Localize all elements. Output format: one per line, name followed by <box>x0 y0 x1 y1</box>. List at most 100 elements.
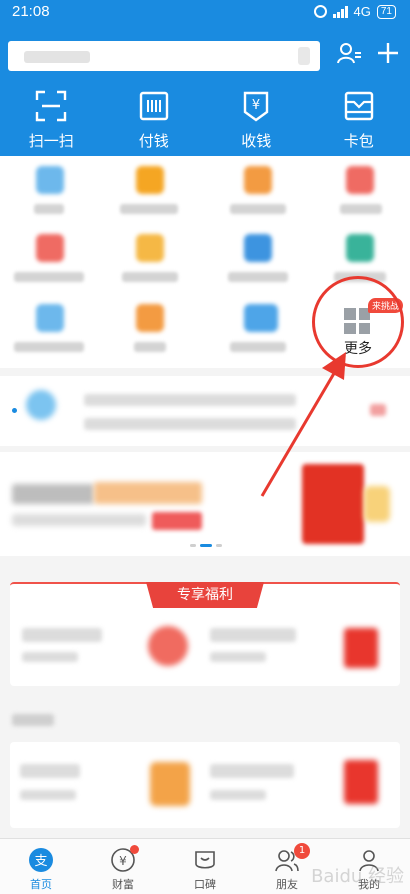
signal-icon <box>332 5 348 18</box>
carousel-indicator <box>190 544 222 547</box>
scan-icon <box>36 90 67 122</box>
quick-action-card-wallet[interactable]: 卡包 <box>308 86 410 156</box>
app-icon-blurred <box>346 234 374 262</box>
friends-badge: 1 <box>294 843 310 859</box>
benefit-text-blurred <box>22 652 78 662</box>
koubei-icon <box>195 851 215 869</box>
tab-label: 朋友 <box>276 878 298 891</box>
app-item[interactable] <box>0 296 100 362</box>
quick-action-label: 扫一扫 <box>28 132 74 150</box>
featured-text-blurred <box>210 790 266 800</box>
app-icon-blurred <box>244 304 278 332</box>
search-input[interactable] <box>8 41 320 71</box>
app-label-blurred <box>340 204 382 214</box>
app-label-blurred <box>122 272 178 282</box>
app-icon-blurred <box>136 166 164 194</box>
app-item[interactable] <box>100 226 200 292</box>
app-label-blurred <box>134 342 166 352</box>
card-wallet-icon <box>344 91 373 121</box>
banner-image-blurred <box>364 486 390 522</box>
banner-text-blurred <box>12 514 146 526</box>
app-label-blurred <box>14 272 84 282</box>
tab-home[interactable]: 支 首页 <box>0 839 82 894</box>
featured-thumb-blurred <box>344 760 378 804</box>
app-label-blurred <box>230 342 286 352</box>
svg-text:¥: ¥ <box>119 854 127 868</box>
section-title-blurred <box>12 714 54 726</box>
promo-banner[interactable] <box>0 452 410 556</box>
app-label-blurred <box>120 204 178 214</box>
featured-text-blurred <box>20 764 80 778</box>
quick-action-collect[interactable]: ¥ 收钱 <box>205 86 308 156</box>
alarm-icon <box>313 5 327 18</box>
benefit-thumb-blurred <box>148 626 188 666</box>
battery-icon: 71 <box>376 4 396 19</box>
tab-bar: 支 首页 ¥ 财富 口碑 1 朋友 我的 Baidu 经验 <box>0 838 410 894</box>
app-icon-blurred <box>36 234 64 262</box>
quick-action-scan[interactable]: 扫一扫 <box>0 86 103 156</box>
quick-action-label: 收钱 <box>241 132 272 150</box>
featured-text-blurred <box>20 790 76 800</box>
search-voice-blurred <box>298 47 310 65</box>
benefits-title-text: 专享福利 <box>177 587 233 603</box>
app-icon-blurred <box>346 166 374 194</box>
benefits-title: 专享福利 <box>146 582 264 608</box>
notice-tag-blurred <box>370 404 386 416</box>
app-item[interactable] <box>100 158 200 224</box>
tab-wealth[interactable]: ¥ 财富 <box>82 839 164 894</box>
app-item[interactable] <box>0 226 100 292</box>
collect-money-icon: ¥ <box>244 91 269 122</box>
app-item[interactable] <box>208 226 308 292</box>
tab-koubei[interactable]: 口碑 <box>164 839 246 894</box>
notice-card[interactable] <box>0 376 410 446</box>
status-indicators: 4G 71 <box>313 4 396 19</box>
app-item[interactable] <box>208 158 308 224</box>
app-icon-blurred <box>136 304 164 332</box>
featured-text-blurred <box>210 764 294 778</box>
featured-thumb-blurred <box>150 762 190 806</box>
network-type: 4G <box>353 4 371 19</box>
app-label-blurred <box>228 272 288 282</box>
svg-text:支: 支 <box>34 854 47 869</box>
notice-icon-blurred <box>26 390 56 420</box>
banner-image-blurred <box>302 464 364 544</box>
notice-dot <box>12 408 17 413</box>
quick-actions: 扫一扫 付钱 ¥ 收钱 卡包 <box>0 86 410 156</box>
banner-text-blurred <box>94 482 202 504</box>
battery-level: 71 <box>380 5 392 17</box>
benefit-thumb-blurred <box>344 628 378 668</box>
app-item[interactable] <box>310 158 410 224</box>
status-bar: 21:08 4G 71 <box>0 0 410 26</box>
notice-text-blurred <box>84 418 296 430</box>
contacts-icon[interactable] <box>336 41 362 67</box>
status-time: 21:08 <box>12 3 50 20</box>
app-item[interactable] <box>208 296 308 362</box>
app-item[interactable] <box>100 296 200 362</box>
quick-action-label: 卡包 <box>343 132 374 150</box>
pay-icon <box>139 91 168 121</box>
tab-label: 财富 <box>112 878 134 891</box>
benefit-text-blurred <box>210 628 296 642</box>
notice-text-blurred <box>84 394 296 406</box>
app-label-blurred <box>14 342 84 352</box>
app-icon-blurred <box>136 234 164 262</box>
quick-action-pay[interactable]: 付钱 <box>103 86 206 156</box>
notification-dot <box>130 845 139 854</box>
tab-label: 口碑 <box>194 878 216 891</box>
tab-label: 首页 <box>30 878 52 891</box>
svg-text:¥: ¥ <box>252 98 260 113</box>
quick-action-label: 付钱 <box>138 132 169 150</box>
search-placeholder-blurred <box>24 51 90 63</box>
header: 扫一扫 付钱 ¥ 收钱 卡包 <box>0 26 410 156</box>
banner-button-blurred <box>152 512 202 530</box>
app-icon-blurred <box>244 166 272 194</box>
app-label-blurred <box>230 204 286 214</box>
annotation-circle <box>312 276 404 368</box>
banner-text-blurred <box>12 484 94 504</box>
home-icon: 支 <box>29 848 53 872</box>
featured-card[interactable] <box>10 742 400 828</box>
app-item[interactable] <box>0 158 100 224</box>
plus-icon[interactable] <box>376 41 400 65</box>
app-icon-blurred <box>36 304 64 332</box>
benefit-text-blurred <box>210 652 266 662</box>
